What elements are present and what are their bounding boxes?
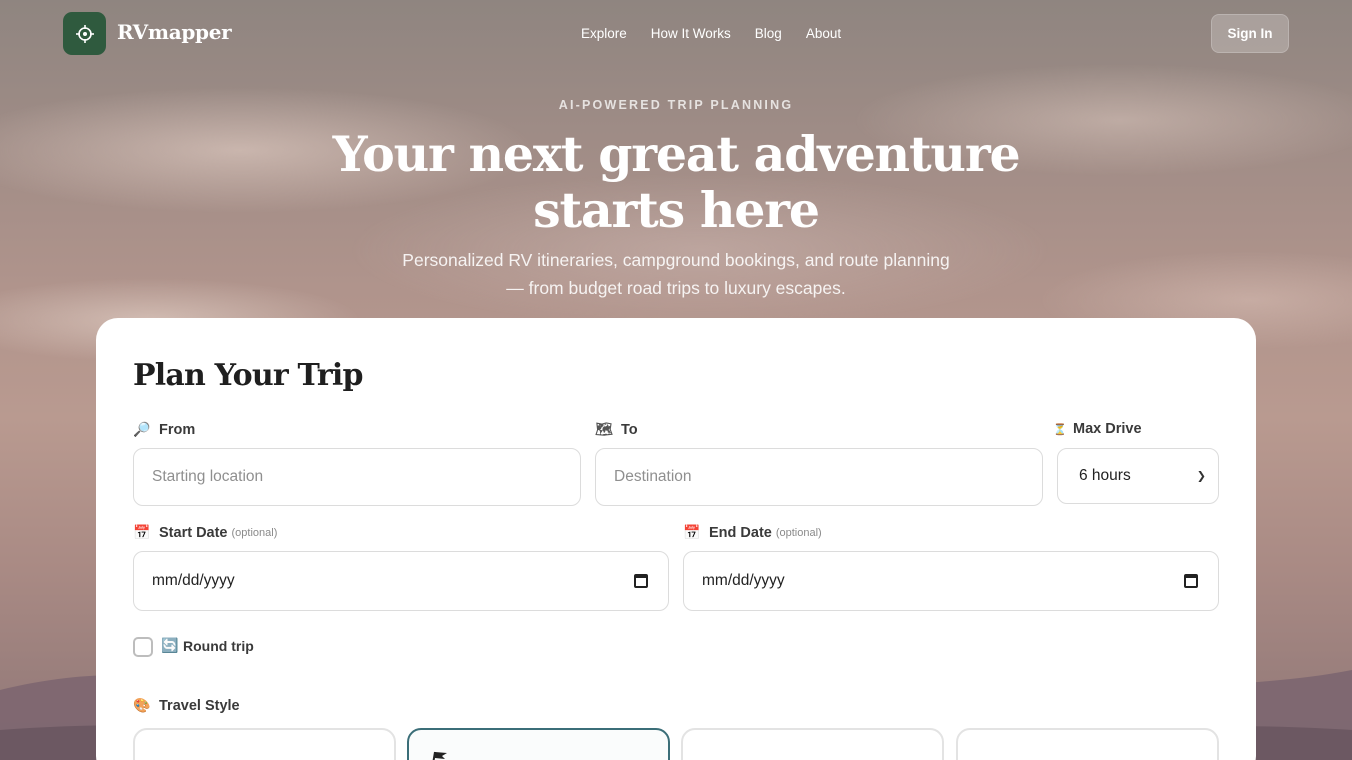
refresh-icon: 🔄 xyxy=(161,637,179,653)
chevron-down-icon: ❯ xyxy=(1196,470,1206,483)
calendar-icon: 📅 xyxy=(683,524,701,540)
max-drive-value: 6 hours xyxy=(1079,467,1131,484)
calendar-icon: 📅 xyxy=(133,524,151,540)
trip-planner-card: Plan Your Trip 🔎 From Starting location … xyxy=(96,318,1256,760)
to-input[interactable]: Destination xyxy=(595,448,1043,506)
calendar-picker-icon[interactable] xyxy=(1184,574,1198,588)
nav-how-it-works[interactable]: How It Works xyxy=(651,26,731,41)
nav-blog[interactable]: Blog xyxy=(755,26,782,41)
hero-subtitle: Personalized RV itineraries, campground … xyxy=(402,250,950,298)
brand-name[interactable]: RVmapper xyxy=(117,20,232,44)
top-header: RVmapper Explore How It Works Blog About… xyxy=(0,0,1352,68)
from-input[interactable]: Starting location xyxy=(133,448,581,506)
round-trip-label[interactable]: 🔄 Round trip xyxy=(161,637,254,654)
logo[interactable] xyxy=(63,12,106,55)
max-drive-select[interactable]: 6 hours ❯ xyxy=(1057,448,1219,504)
end-date-value: mm/dd/yyyy xyxy=(702,572,785,589)
start-date-value: mm/dd/yyyy xyxy=(152,572,235,589)
travel-style-label-text: Travel Style xyxy=(159,697,240,714)
end-date-optional: (optional) xyxy=(775,526,822,539)
end-date-label: 📅 End Date (optional) xyxy=(683,524,822,541)
search-icon: 🔎 xyxy=(133,421,151,437)
travel-style-option[interactable] xyxy=(681,728,944,760)
crosshair-icon xyxy=(75,24,94,43)
to-placeholder: Destination xyxy=(614,468,692,485)
planner-title: Plan Your Trip xyxy=(133,358,363,393)
hourglass-icon: ⏳ xyxy=(1053,423,1067,436)
round-trip-checkbox[interactable] xyxy=(133,637,153,657)
map-icon: 🗺 xyxy=(595,421,613,437)
hero-title: Your next great adventure starts here xyxy=(332,125,1021,239)
hero-eyebrow: AI-POWERED TRIP PLANNING xyxy=(558,98,794,112)
to-label: 🗺 To xyxy=(595,421,638,438)
nav-explore[interactable]: Explore xyxy=(581,26,627,41)
round-trip-label-text: Round trip xyxy=(183,637,254,654)
flag-icon xyxy=(432,751,447,760)
to-label-text: To xyxy=(621,421,638,438)
start-date-label: 📅 Start Date (optional) xyxy=(133,524,277,541)
max-drive-label: ⏳ Max Drive xyxy=(1053,421,1142,437)
start-date-optional: (optional) xyxy=(231,526,278,539)
main-nav: Explore How It Works Blog About xyxy=(581,26,841,41)
travel-style-option[interactable] xyxy=(956,728,1219,760)
from-placeholder: Starting location xyxy=(152,468,264,485)
from-label-text: From xyxy=(159,421,196,438)
nav-about[interactable]: About xyxy=(806,26,841,41)
end-date-label-text: End Date xyxy=(709,524,772,541)
calendar-picker-icon[interactable] xyxy=(634,574,648,588)
max-drive-label-text: Max Drive xyxy=(1073,421,1142,437)
start-date-label-text: Start Date xyxy=(159,524,228,541)
travel-style-option[interactable] xyxy=(133,728,396,760)
travel-style-option-selected[interactable] xyxy=(407,728,670,760)
from-label: 🔎 From xyxy=(133,421,195,438)
sign-in-button[interactable]: Sign In xyxy=(1211,14,1289,53)
start-date-input[interactable]: mm/dd/yyyy xyxy=(133,551,669,611)
palette-icon: 🎨 xyxy=(133,697,151,713)
end-date-input[interactable]: mm/dd/yyyy xyxy=(683,551,1219,611)
travel-style-label: 🎨 Travel Style xyxy=(133,697,240,714)
